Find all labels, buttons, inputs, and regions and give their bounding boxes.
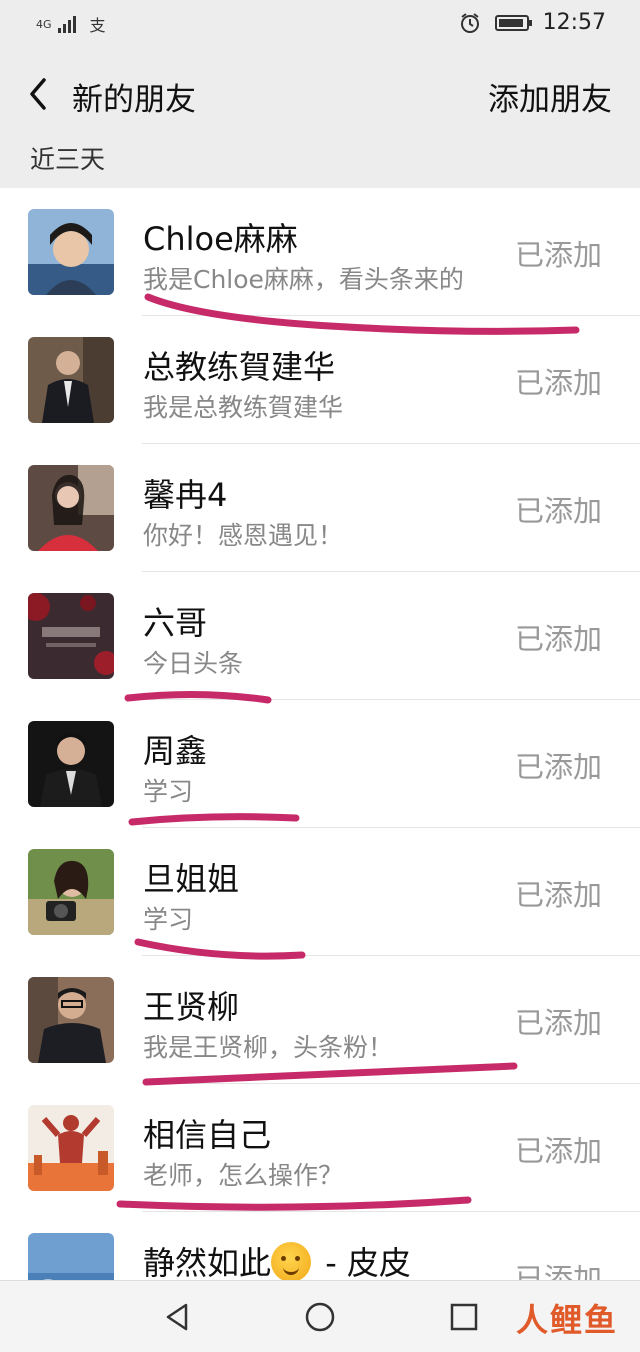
avatar[interactable] — [28, 337, 114, 423]
added-status: 已添加 — [514, 1006, 602, 1040]
signal-icon — [57, 15, 84, 33]
added-status: 已添加 — [514, 622, 602, 656]
avatar[interactable] — [28, 593, 114, 679]
friend-name-prefix: 静然如此 — [143, 1244, 272, 1280]
friend-row-xinran[interactable]: 馨冉4 你好！感恩遇见！ 已添加 — [0, 444, 640, 572]
added-status: 已添加 — [514, 1134, 602, 1168]
back-triangle-icon[interactable] — [160, 1299, 196, 1335]
friend-row-zhouxin[interactable]: 周鑫 学习 已添加 — [0, 700, 640, 828]
friend-message: 今日头条 — [143, 649, 244, 678]
hugging-face-icon — [271, 1242, 312, 1280]
avatar[interactable] — [28, 977, 114, 1063]
network-label: 4G — [36, 17, 52, 31]
friend-row-liuge[interactable]: 六哥 今日头条 已添加 — [0, 572, 640, 700]
friend-row-jingran[interactable]: 静然如此 - 皮皮 已添加 — [0, 1212, 640, 1280]
watermark-logo: 人鲤鱼 — [515, 1301, 618, 1339]
added-status: 已添加 — [514, 494, 602, 528]
friend-name: 旦姐姐 — [143, 860, 240, 898]
friend-message: 学习 — [143, 777, 194, 806]
back-arrow-icon[interactable] — [24, 74, 54, 114]
friend-message: 我是Chloe麻麻，看头条来的 — [143, 265, 464, 294]
friend-row-danjiejie[interactable]: 旦姐姐 学习 已添加 — [0, 828, 640, 956]
friend-name: 静然如此 - 皮皮 — [143, 1238, 411, 1280]
page-title: 新的朋友 — [72, 82, 196, 118]
system-nav-bar: 人鲤鱼 — [0, 1280, 640, 1352]
friend-row-chloe[interactable]: Chloe麻麻 我是Chloe麻麻，看头条来的 已添加 — [0, 188, 640, 316]
friend-row-xiangxinziji[interactable]: 相信自己 老师，怎么操作？ 已添加 — [0, 1084, 640, 1212]
avatar[interactable] — [28, 1233, 114, 1280]
added-status: 已添加 — [514, 366, 602, 400]
added-status: 已添加 — [514, 878, 602, 912]
friend-row-wangxianliu[interactable]: 王贤柳 我是王贤柳，头条粉！ 已添加 — [0, 956, 640, 1084]
friend-request-list: Chloe麻麻 我是Chloe麻麻，看头条来的 已添加 总教练賀建华 我是总教练… — [0, 188, 640, 1280]
friend-name: 相信自己 — [143, 1116, 272, 1154]
battery-icon — [494, 14, 532, 31]
alarm-icon — [460, 12, 479, 33]
home-circle-icon[interactable] — [302, 1299, 338, 1335]
avatar[interactable] — [28, 721, 114, 807]
avatar[interactable] — [28, 849, 114, 935]
friend-message: 我是总教练賀建华 — [143, 393, 344, 422]
section-title: 近三天 — [30, 145, 106, 174]
friend-name: 王贤柳 — [143, 988, 240, 1026]
added-status: 已添加 — [514, 750, 602, 784]
status-left: 4G 支 — [36, 12, 106, 36]
alipay-icon: 支 — [89, 16, 106, 35]
nav-bar: 新的朋友 添加朋友 — [0, 60, 640, 128]
friend-name-suffix: - 皮皮 — [315, 1244, 411, 1280]
status-bar: 4G 支 12:57 — [0, 0, 640, 48]
added-status: 已添加 — [514, 1262, 602, 1280]
friend-message: 老师，怎么操作？ — [143, 1161, 344, 1190]
added-status: 已添加 — [514, 238, 602, 272]
avatar[interactable] — [28, 1105, 114, 1191]
avatar[interactable] — [28, 209, 114, 295]
friend-name: Chloe麻麻 — [143, 220, 298, 258]
status-right: 12:57 — [459, 10, 606, 35]
avatar[interactable] — [28, 465, 114, 551]
status-time: 12:57 — [542, 10, 606, 35]
add-friend-button[interactable]: 添加朋友 — [488, 74, 612, 119]
friend-name: 馨冉4 — [143, 476, 228, 514]
friend-row-he-jianhua[interactable]: 总教练賀建华 我是总教练賀建华 已添加 — [0, 316, 640, 444]
friend-name: 周鑫 — [143, 732, 208, 770]
recents-square-icon[interactable] — [446, 1299, 482, 1335]
friend-name: 总教练賀建华 — [143, 348, 336, 386]
friend-message: 学习 — [143, 905, 194, 934]
friend-message: 你好！感恩遇见！ — [143, 521, 344, 550]
friend-name: 六哥 — [143, 604, 208, 642]
friend-message: 我是王贤柳，头条粉！ — [143, 1033, 394, 1062]
